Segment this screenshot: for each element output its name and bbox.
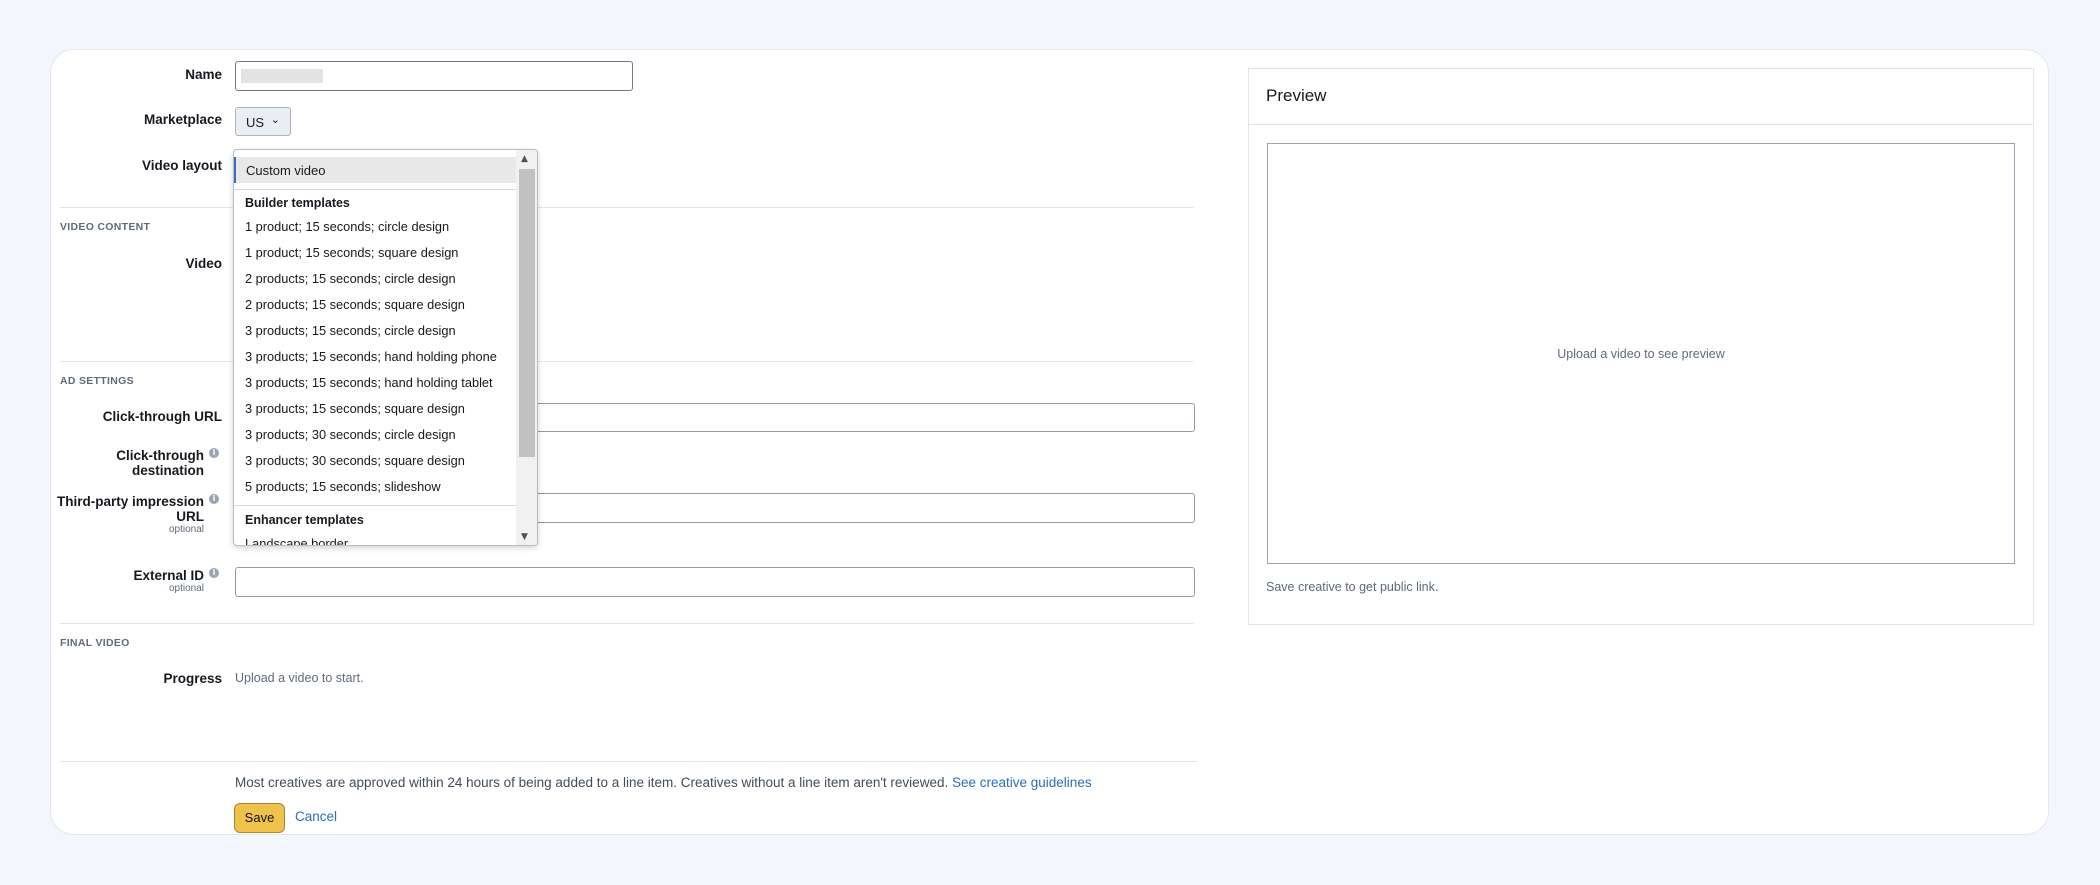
dropdown-option-selected[interactable]: Custom video bbox=[234, 157, 516, 183]
divider bbox=[60, 761, 1197, 762]
divider bbox=[60, 207, 1194, 208]
divider bbox=[60, 361, 1194, 362]
dropdown-option[interactable]: 3 products; 15 seconds; hand holding tab… bbox=[245, 375, 493, 390]
marketplace-select[interactable]: US ⌄ bbox=[235, 107, 291, 136]
scroll-up-icon[interactable]: ▲ bbox=[521, 154, 528, 164]
marketplace-label: Marketplace bbox=[143, 112, 222, 127]
scroll-down-icon[interactable]: ▼ bbox=[521, 532, 528, 542]
video-label: Video bbox=[185, 256, 222, 271]
marketplace-value: US bbox=[246, 115, 265, 130]
video-layout-dropdown[interactable]: Custom video Builder templates 1 product… bbox=[233, 149, 538, 546]
dropdown-option[interactable]: Landscape border bbox=[245, 536, 348, 545]
dropdown-option[interactable]: 1 product; 15 seconds; circle design bbox=[245, 219, 449, 234]
group-heading-enhancer: Enhancer templates bbox=[245, 513, 364, 527]
dropdown-option[interactable]: 3 products; 15 seconds; square design bbox=[245, 401, 465, 416]
dropdown-scrollbar-thumb[interactable] bbox=[519, 169, 535, 457]
info-icon[interactable]: i bbox=[209, 448, 219, 458]
dropdown-option[interactable]: 3 products; 15 seconds; hand holding pho… bbox=[245, 349, 497, 364]
approval-note: Most creatives are approved within 24 ho… bbox=[235, 775, 1092, 790]
dropdown-option[interactable]: 5 products; 15 seconds; slideshow bbox=[245, 479, 441, 494]
third-party-impression-url-label: Third-party impression URL optional bbox=[56, 494, 204, 535]
name-input-redacted-value bbox=[241, 69, 323, 83]
video-preview-area: Upload a video to see preview bbox=[1267, 143, 2015, 564]
click-through-destination-label: Click-through destination bbox=[116, 448, 204, 478]
section-video-content: VIDEO CONTENT bbox=[60, 221, 151, 233]
progress-label: Progress bbox=[163, 671, 222, 686]
external-id-input[interactable] bbox=[235, 567, 1195, 597]
name-label: Name bbox=[185, 67, 222, 82]
divider bbox=[1248, 124, 2034, 125]
chevron-down-icon: ⌄ bbox=[270, 114, 280, 126]
dropdown-option[interactable]: 1 product; 15 seconds; square design bbox=[245, 245, 458, 260]
preview-note: Save creative to get public link. bbox=[1266, 580, 1439, 594]
dropdown-option[interactable]: 2 products; 15 seconds; circle design bbox=[245, 271, 456, 286]
name-input[interactable] bbox=[235, 61, 633, 91]
dropdown-option[interactable]: 3 products; 30 seconds; square design bbox=[245, 453, 465, 468]
dropdown-option[interactable]: 2 products; 15 seconds; square design bbox=[245, 297, 465, 312]
click-through-url-label: Click-through URL bbox=[102, 409, 222, 424]
dropdown-option[interactable]: 3 products; 15 seconds; circle design bbox=[245, 323, 456, 338]
approval-text: Most creatives are approved within 24 ho… bbox=[235, 775, 949, 790]
video-layout-label: Video layout bbox=[141, 158, 222, 173]
save-button[interactable]: Save bbox=[234, 803, 285, 833]
section-final-video: FINAL VIDEO bbox=[60, 637, 130, 649]
preview-placeholder: Upload a video to see preview bbox=[1557, 347, 1725, 361]
cancel-link[interactable]: Cancel bbox=[295, 809, 337, 824]
divider bbox=[234, 505, 516, 506]
section-ad-settings: AD SETTINGS bbox=[60, 375, 134, 387]
info-icon[interactable]: i bbox=[209, 494, 219, 504]
progress-text: Upload a video to start. bbox=[235, 671, 364, 685]
creative-guidelines-link[interactable]: See creative guidelines bbox=[952, 775, 1092, 790]
info-icon[interactable]: i bbox=[209, 568, 219, 578]
dropdown-option[interactable]: 3 products; 30 seconds; circle design bbox=[245, 427, 456, 442]
preview-title: Preview bbox=[1266, 86, 1327, 105]
group-heading-builder: Builder templates bbox=[245, 196, 350, 210]
external-id-label: External ID optional bbox=[133, 568, 204, 594]
divider bbox=[60, 623, 1194, 624]
divider bbox=[234, 189, 516, 190]
